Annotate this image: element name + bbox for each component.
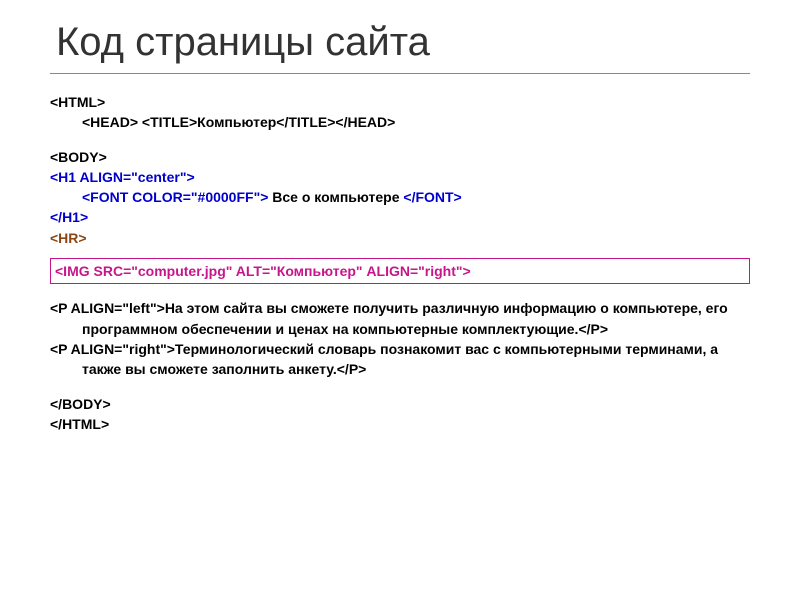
code-line-font: <FONT COLOR="#0000FF"> Все о компьютере … [50,187,750,207]
p1-text: На этом сайта вы сможете получить различ… [82,300,728,336]
page-title: Код страницы сайта [50,20,750,65]
font-close: </FONT> [403,189,461,205]
code-line-h1-open: <H1 ALIGN="center"> [50,167,750,187]
title-underline [50,73,750,74]
code-line-p1: <P ALIGN="left">На этом сайта вы сможете… [82,298,750,339]
code-line-body-open: <BODY> [50,147,750,167]
highlight-box: <IMG SRC="computer.jpg" ALT="Компьютер" … [50,258,750,284]
p2-close: </P> [337,361,367,377]
head-close: </TITLE></HEAD> [276,114,395,130]
code-block: <HTML> <HEAD> <TITLE>Компьютер</TITLE></… [50,92,750,434]
font-open: <FONT COLOR="#0000FF"> [82,189,272,205]
code-line-html-close: </HTML> [50,414,750,434]
p1-close: </P> [578,321,608,337]
code-line-body-close: </BODY> [50,394,750,414]
heading-text: Все о компьютере [272,189,403,205]
blank-line [50,133,750,147]
code-line-html-open: <HTML> [50,92,750,112]
head-open: <HEAD> <TITLE> [82,114,197,130]
blank-line [50,380,750,394]
p2-open: <P ALIGN="right"> [50,341,175,357]
code-line-img: <IMG SRC="computer.jpg" ALT="Компьютер" … [55,261,745,281]
code-line-p2: <P ALIGN="right">Терминологический слова… [82,339,750,380]
slide: Код страницы сайта <HTML> <HEAD> <TITLE>… [0,0,800,454]
code-line-head: <HEAD> <TITLE>Компьютер</TITLE></HEAD> [50,112,750,132]
p2-text: Терминологический словарь познакомит вас… [82,341,718,377]
code-line-hr: <HR> [50,228,750,248]
title-text: Компьютер [197,114,276,130]
code-line-h1-close: </H1> [50,207,750,227]
p1-open: <P ALIGN="left"> [50,300,165,316]
